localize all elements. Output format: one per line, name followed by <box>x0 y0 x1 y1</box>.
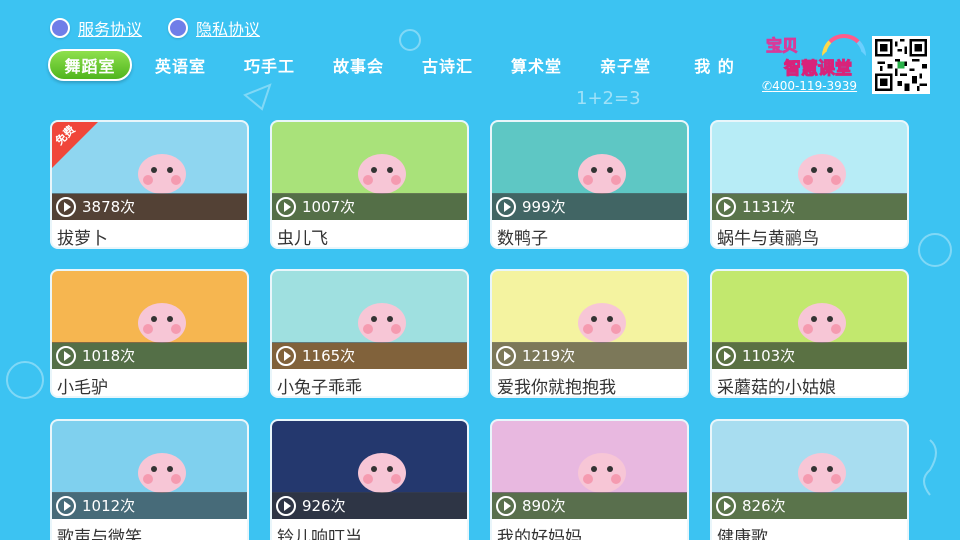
tab-4[interactable]: 古诗汇 <box>403 53 492 77</box>
play-count: 1012次 <box>82 497 136 515</box>
play-count-bar: 1131次 <box>712 193 907 220</box>
video-card[interactable]: 免费 3878次 拔萝卜 <box>50 120 249 249</box>
logo-line1: 宝贝 <box>765 36 799 56</box>
video-card[interactable]: 1219次爱我你就抱抱我 <box>490 269 689 398</box>
video-card[interactable]: 826次健康歌 <box>710 419 909 540</box>
play-icon <box>496 495 516 516</box>
rainbow-icon <box>822 34 866 56</box>
play-count-bar: 1007次 <box>272 193 467 220</box>
video-title: 爱我你就抱抱我 <box>497 378 616 398</box>
play-count-bar: 1165次 <box>272 342 467 369</box>
video-title: 歌声与微笑 <box>57 528 142 540</box>
play-icon <box>56 495 76 516</box>
tab-2[interactable]: 巧手工 <box>225 53 314 77</box>
tab-3[interactable]: 故事会 <box>314 53 403 77</box>
play-count-bar: 1219次 <box>492 342 687 369</box>
play-icon <box>276 345 296 366</box>
video-title: 数鸭子 <box>497 229 548 249</box>
play-count: 1165次 <box>302 347 356 365</box>
service-radio[interactable] <box>50 18 70 38</box>
play-icon <box>56 196 76 217</box>
play-count-bar: 999次 <box>492 193 687 220</box>
logo-line2: 智慧课堂 <box>784 59 853 80</box>
play-count-bar: 1012次 <box>52 492 247 519</box>
play-count-bar: 826次 <box>712 492 907 519</box>
play-count: 1018次 <box>82 347 136 365</box>
play-icon <box>496 196 516 217</box>
play-count: 3878次 <box>82 198 136 216</box>
tab-1[interactable]: 英语室 <box>136 53 225 77</box>
play-count: 890次 <box>522 497 566 515</box>
play-icon <box>276 196 296 217</box>
play-icon <box>56 345 76 366</box>
service-agreement-link[interactable]: 服务协议 <box>50 16 142 40</box>
privacy-agreement-label: 隐私协议 <box>196 20 261 39</box>
privacy-agreement-link[interactable]: 隐私协议 <box>168 16 260 40</box>
play-icon <box>716 345 736 366</box>
video-card[interactable]: 1018次小毛驴 <box>50 269 249 398</box>
video-title: 小毛驴 <box>57 378 108 398</box>
video-card[interactable]: 890次我的好妈妈 <box>490 419 689 540</box>
play-count-bar: 890次 <box>492 492 687 519</box>
video-title: 虫儿飞 <box>277 229 328 249</box>
video-title: 小兔子乖乖 <box>277 378 362 398</box>
play-icon <box>716 196 736 217</box>
play-icon <box>276 495 296 516</box>
play-count-bar: 1103次 <box>712 342 907 369</box>
video-title: 拔萝卜 <box>57 229 108 249</box>
doodle-text: 1+2=3 <box>576 88 641 109</box>
video-card[interactable]: 1131次蜗牛与黄鹂鸟 <box>710 120 909 249</box>
video-card[interactable]: 1007次虫儿飞 <box>270 120 469 249</box>
video-title: 蜗牛与黄鹂鸟 <box>717 229 819 249</box>
video-card[interactable]: 999次数鸭子 <box>490 120 689 249</box>
privacy-radio[interactable] <box>168 18 189 38</box>
play-count: 1131次 <box>742 198 796 216</box>
tab-5[interactable]: 算术堂 <box>492 53 581 77</box>
phone-text: 400-119-3939 <box>772 79 858 93</box>
tab-6[interactable]: 亲子堂 <box>581 53 670 77</box>
video-title: 铃儿响叮当 <box>277 528 362 540</box>
brand-logo: 宝贝 智慧课堂 ✆400-119-3939 <box>760 28 870 98</box>
play-count: 999次 <box>522 198 566 216</box>
play-count-bar: 926次 <box>272 492 467 519</box>
tab-7[interactable]: 我 的 <box>670 53 759 77</box>
play-count: 926次 <box>302 497 346 515</box>
video-card[interactable]: 1012次歌声与微笑 <box>50 419 249 540</box>
video-card[interactable]: 1103次采蘑菇的小姑娘 <box>710 269 909 398</box>
qr-code <box>872 36 930 94</box>
play-count: 1007次 <box>302 198 356 216</box>
play-icon <box>716 495 736 516</box>
play-icon <box>496 345 516 366</box>
phone-number: ✆400-119-3939 <box>762 79 858 93</box>
video-card[interactable]: 1165次小兔子乖乖 <box>270 269 469 398</box>
service-agreement-label: 服务协议 <box>78 20 143 39</box>
video-title: 我的好妈妈 <box>497 528 582 540</box>
play-count: 1219次 <box>522 347 576 365</box>
video-card[interactable]: 926次铃儿响叮当 <box>270 419 469 540</box>
video-title: 采蘑菇的小姑娘 <box>717 378 836 398</box>
play-count-bar: 1018次 <box>52 342 247 369</box>
tab-0[interactable]: 舞蹈室 <box>48 49 132 81</box>
play-count: 826次 <box>742 497 786 515</box>
play-count: 1103次 <box>742 347 796 365</box>
video-title: 健康歌 <box>717 528 768 540</box>
category-tabs: 舞蹈室 英语室 巧手工 故事会 古诗汇 算术堂 亲子堂我 的 <box>48 49 759 81</box>
play-count-bar: 3878次 <box>52 193 247 220</box>
